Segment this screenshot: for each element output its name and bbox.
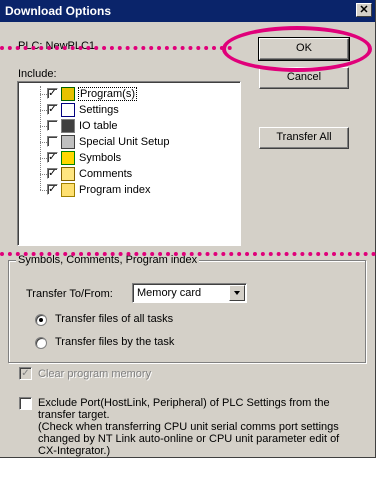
exclude-port-line3: (Check when transferring CPU unit serial…	[38, 421, 339, 433]
comments-icon	[61, 167, 75, 181]
radio-by-task-label: Transfer files by the task	[55, 336, 175, 348]
tree-item-label: Special Unit Setup	[79, 136, 170, 148]
highlight-dotted-line-top	[0, 46, 232, 50]
tree-item-checkbox[interactable]	[47, 120, 58, 131]
include-tree[interactable]: ✓ Program(s) ✓ Settings IO table Special Unit…	[17, 81, 241, 246]
tree-branch-line	[40, 110, 47, 111]
radio-by-task[interactable]	[35, 337, 47, 349]
tree-item[interactable]: IO table	[18, 118, 238, 134]
symbols-icon	[61, 151, 75, 165]
title-bar: Download Options ✕	[0, 0, 375, 22]
highlight-ellipse	[222, 26, 372, 72]
tree-item[interactable]: ✓ Symbols	[18, 150, 238, 166]
program-icon	[61, 87, 75, 101]
tree-item-checkbox[interactable]: ✓	[47, 152, 58, 163]
tree-item-checkbox[interactable]: ✓	[47, 88, 58, 99]
exclude-port-line4: changed by NT Link auto-online or CPU un…	[38, 433, 340, 445]
special-unit-icon	[61, 135, 75, 149]
tree-branch-line	[40, 126, 47, 127]
clear-memory-checkbox: ✓	[19, 367, 32, 380]
tree-branch-line	[40, 190, 47, 191]
exclude-port-line1: Exclude Port(HostLink, Peripheral) of PL…	[38, 397, 330, 409]
settings-icon	[61, 103, 75, 117]
chevron-down-icon[interactable]	[229, 285, 245, 301]
tree-item-label: IO table	[79, 120, 118, 132]
tree-item[interactable]: ✓ Program(s)	[18, 86, 238, 102]
tree-branch-line	[40, 142, 47, 143]
transfer-select-value: Memory card	[137, 287, 202, 299]
exclude-port-line5: CX-Integrator.)	[38, 445, 111, 457]
tree-item-checkbox[interactable]	[47, 136, 58, 147]
window-title: Download Options	[5, 4, 111, 18]
transfer-to-from-select[interactable]: Memory card	[132, 283, 247, 303]
radio-all-tasks-label: Transfer files of all tasks	[55, 313, 174, 325]
tree-branch-line	[40, 158, 47, 159]
tree-item[interactable]: ✓ Settings	[18, 102, 238, 118]
transfer-all-button[interactable]: Transfer All	[259, 127, 349, 149]
folder-icon	[61, 183, 75, 197]
tree-item-label: Comments	[79, 168, 133, 180]
tree-branch-line	[40, 174, 47, 175]
exclude-port-checkbox[interactable]	[19, 397, 32, 410]
highlight-dotted-line-bottom	[0, 252, 376, 256]
tree-item-label: Program index	[79, 184, 151, 196]
tree-item[interactable]: ✓ Program index	[18, 182, 238, 198]
clear-memory-label: Clear program memory	[38, 368, 152, 380]
tree-item-checkbox[interactable]: ✓	[47, 104, 58, 115]
tree-item-checkbox[interactable]: ✓	[47, 184, 58, 195]
include-label: Include:	[18, 68, 57, 80]
radio-all-tasks[interactable]	[35, 314, 47, 326]
tree-item[interactable]: ✓ Comments	[18, 166, 238, 182]
transfer-to-from-label: Transfer To/From:	[26, 288, 113, 300]
exclude-port-line2: transfer target.	[38, 409, 110, 421]
close-button[interactable]: ✕	[356, 3, 372, 17]
io-table-icon	[61, 119, 75, 133]
tree-item-label: Symbols	[79, 152, 122, 164]
tree-branch-line	[40, 94, 47, 95]
tree-item-label: Program(s)	[78, 87, 138, 101]
tree-item[interactable]: Special Unit Setup	[18, 134, 238, 150]
tree-item-checkbox[interactable]: ✓	[47, 168, 58, 179]
tree-item-label: Settings	[79, 104, 119, 116]
